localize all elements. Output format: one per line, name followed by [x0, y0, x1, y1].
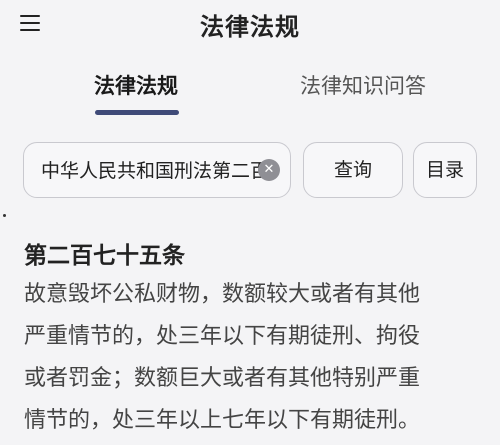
query-button[interactable]: 查询 [303, 142, 403, 198]
search-input[interactable]: 中华人民共和国刑法第二百七十五条 ✕ [23, 142, 291, 198]
article-title: 第二百七十五条 [24, 243, 185, 269]
search-input-value[interactable]: 中华人民共和国刑法第二百七十五条 [41, 157, 263, 185]
dot-mark [3, 214, 6, 217]
article-line: 或者罚金；数额巨大或者有其他特别严重 [24, 366, 421, 391]
article-line: 严重情节的，处三年以下有期徒刑、拘役 [24, 324, 421, 349]
clear-icon[interactable]: ✕ [258, 159, 280, 181]
article-line: 情节的，处三年以上七年以下有期徒刑。 [24, 408, 421, 433]
page-title: 法律法规 [200, 13, 300, 41]
search-row: 中华人民共和国刑法第二百七十五条 ✕ 查询 目录 [0, 142, 500, 202]
top-bar: 法律法规 [0, 0, 500, 50]
active-tab-indicator [95, 110, 179, 115]
tab-laws[interactable]: 法律法规 [94, 70, 178, 100]
tab-legal-qa[interactable]: 法律知识问答 [300, 70, 426, 100]
article-body: 故意毁坏公私财物，数额较大或者有其他 严重情节的，处三年以下有期徒刑、拘役 或者… [24, 274, 484, 442]
article-line: 故意毁坏公私财物，数额较大或者有其他 [24, 282, 421, 307]
tab-bar: 法律法规 法律知识问答 [0, 62, 500, 122]
table-of-contents-button[interactable]: 目录 [413, 142, 477, 198]
